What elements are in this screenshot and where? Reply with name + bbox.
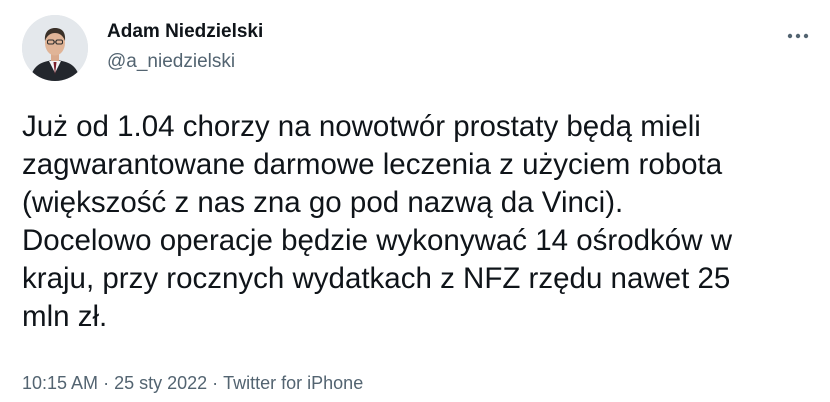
author-handle[interactable]: @a_niedzielski — [107, 50, 263, 74]
meta-separator: · — [212, 373, 219, 393]
tweet-timestamp-link[interactable]: 10:15 AM · 25 sty 2022 — [22, 373, 207, 393]
more-options-button[interactable] — [780, 22, 816, 50]
tweet-date: 25 sty 2022 — [114, 373, 208, 393]
tweet-card: Adam Niedzielski @a_niedzielski Już od 1… — [0, 0, 830, 402]
tweet-source-link[interactable]: Twitter for iPhone — [223, 373, 363, 393]
tweet-time: 10:15 AM — [22, 373, 99, 393]
tweet-author: Adam Niedzielski @a_niedzielski — [107, 20, 263, 74]
avatar[interactable] — [22, 15, 88, 81]
user-portrait-icon — [22, 15, 88, 81]
tweet-text: Już od 1.04 chorzy na nowotwór prostaty … — [22, 110, 733, 333]
more-horizontal-icon — [787, 33, 809, 39]
author-display-name[interactable]: Adam Niedzielski — [107, 20, 263, 44]
meta-separator: · — [103, 373, 110, 393]
tweet-meta: 10:15 AM · 25 sty 2022 · Twitter for iPhone — [22, 371, 363, 395]
